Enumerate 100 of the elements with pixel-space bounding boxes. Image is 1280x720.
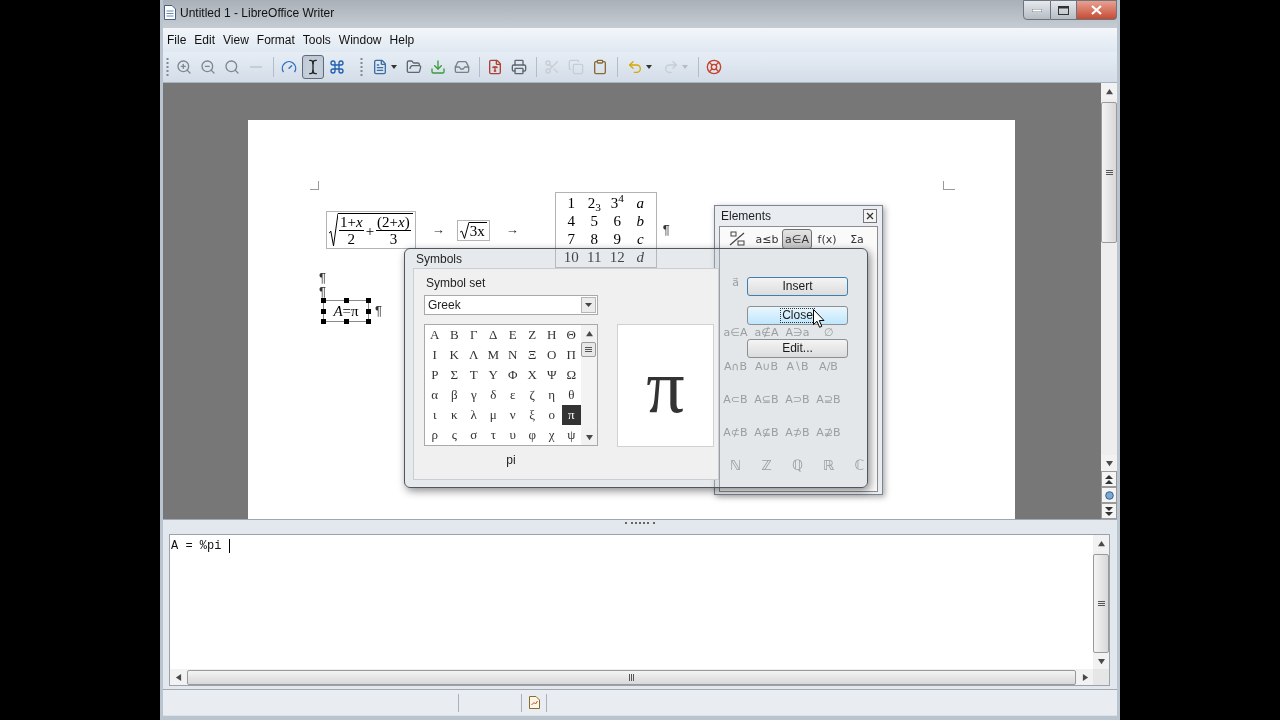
matrix-cell-text: 12 — [608, 248, 626, 266]
menu-item[interactable]: Format — [252, 33, 299, 47]
formula-editor[interactable]: A = %pi — [169, 534, 1110, 686]
resize-handle-icon[interactable] — [344, 319, 349, 324]
symbol-cell[interactable]: Ρ — [425, 365, 445, 385]
symbol-cell[interactable]: ι — [425, 405, 445, 425]
symbol-cell[interactable]: ζ — [522, 385, 542, 405]
menu-item[interactable]: Help — [385, 33, 419, 47]
symbol-set-dropdown[interactable]: Greek — [424, 295, 598, 315]
category-tab[interactable]: f(x) — [812, 229, 842, 249]
symbol-cell[interactable]: Φ — [503, 365, 523, 385]
close-button[interactable] — [863, 209, 877, 223]
resize-handle-icon[interactable] — [321, 298, 326, 303]
symbol-cell[interactable]: Π — [561, 345, 581, 365]
symbol-cell[interactable]: τ — [483, 425, 503, 445]
vertical-scrollbar[interactable] — [1093, 535, 1109, 669]
symbol-cell[interactable]: ψ — [561, 425, 581, 445]
symbol-cell[interactable]: Α — [425, 325, 445, 345]
symbol-cell[interactable]: α — [425, 385, 445, 405]
symbol-cell[interactable]: Σ — [444, 365, 464, 385]
toolbar-grip-icon[interactable] — [166, 57, 169, 77]
symbol-cell[interactable]: Θ — [561, 325, 581, 345]
scrollbar-thumb[interactable] — [1101, 102, 1117, 243]
symbol-cell[interactable]: ν — [503, 405, 523, 425]
symbol-cell[interactable]: κ — [444, 405, 464, 425]
symbol-cell[interactable]: Υ — [483, 365, 503, 385]
menu-item[interactable]: Tools — [298, 33, 335, 47]
symbol-cell[interactable]: β — [444, 385, 464, 405]
symbol-cell[interactable]: θ — [561, 385, 581, 405]
previous-page-button[interactable] — [1101, 471, 1117, 487]
resize-handle-icon[interactable] — [344, 298, 349, 303]
matrix-cell-text: 10 — [562, 248, 580, 266]
triangle-down-icon — [1105, 459, 1113, 467]
grip-lines-icon — [585, 346, 592, 353]
vertical-scrollbar[interactable] — [581, 325, 597, 445]
symbol-cell[interactable]: Η — [542, 325, 562, 345]
symbol-cell[interactable]: λ — [464, 405, 484, 425]
matrix-cell-text: 9 — [612, 230, 622, 248]
formula-frame[interactable]: A=π — [323, 300, 369, 322]
symbol-cell[interactable]: Γ — [464, 325, 484, 345]
scroll-up-button[interactable] — [1101, 83, 1117, 99]
symbol-cell[interactable]: δ — [483, 385, 503, 405]
scrollbar-corner — [1093, 669, 1109, 685]
dialog-button[interactable]: Edit... — [747, 339, 848, 358]
symbol-cell[interactable]: η — [542, 385, 562, 405]
dialog-button[interactable]: Insert — [747, 277, 848, 296]
symbol-cell[interactable]: υ — [503, 425, 523, 445]
symbol-cell[interactable]: ο — [542, 405, 562, 425]
vertical-scrollbar[interactable] — [1101, 83, 1117, 519]
symbol-cell[interactable]: ς — [444, 425, 464, 445]
menu-item[interactable]: Window — [334, 33, 386, 47]
matrix-cell-text: c — [635, 230, 645, 248]
formula-object[interactable]: 1 2$_{3}$ 3$^{4}$ a 4 5 6 b 7 8 9 c 10 11 12 d — [554, 192, 657, 268]
category-tab[interactable]: a∈A — [782, 229, 812, 249]
symbol-cell[interactable]: Ε — [503, 325, 523, 345]
symbol-cell[interactable]: Χ — [522, 365, 542, 385]
symbol-cell[interactable]: Ι — [425, 345, 445, 365]
double-down-arrow-icon — [1105, 506, 1113, 516]
symbol-cell[interactable]: Ο — [542, 345, 562, 365]
symbol-cell[interactable]: φ — [522, 425, 542, 445]
symbol-cell[interactable]: ε — [503, 385, 523, 405]
navigation-button[interactable] — [1101, 487, 1117, 503]
next-page-button[interactable] — [1101, 503, 1117, 519]
symbol-cell[interactable]: Λ — [464, 345, 484, 365]
symbol-cell[interactable]: Ν — [503, 345, 523, 365]
minimize-button[interactable] — [1023, 0, 1051, 20]
corner-mark-icon — [943, 181, 955, 190]
menu-item[interactable]: Edit — [190, 33, 220, 47]
toolbar-grip-icon[interactable] — [360, 57, 363, 77]
paragraph-mark: ¶ — [319, 271, 326, 285]
symbol-cell[interactable]: σ — [464, 425, 484, 445]
symbol-cell[interactable]: ρ — [425, 425, 445, 445]
symbol-cell[interactable]: Ζ — [522, 325, 542, 345]
symbol-cell[interactable]: Ξ — [522, 345, 542, 365]
symbol-cell[interactable]: γ — [464, 385, 484, 405]
symbol-cell[interactable]: Ψ — [542, 365, 562, 385]
symbol-cell[interactable]: Δ — [483, 325, 503, 345]
document-modified-icon[interactable] — [528, 696, 540, 709]
scroll-down-button[interactable] — [1101, 455, 1117, 471]
formula-object[interactable]: 1+x 2 + (2+x) 3 — [326, 211, 416, 249]
menu-item[interactable]: View — [219, 33, 253, 47]
dialog-button[interactable]: Close — [747, 306, 848, 325]
resize-handle-icon[interactable] — [366, 298, 371, 303]
symbol-cell[interactable]: Μ — [483, 345, 503, 365]
caret-icon — [390, 65, 397, 69]
symbol-cell[interactable]: Κ — [444, 345, 464, 365]
scrollbar-thumb[interactable] — [1093, 554, 1109, 653]
symbol-cell[interactable]: χ — [542, 425, 562, 445]
menu-item[interactable]: File — [163, 33, 191, 47]
symbol-cell[interactable]: μ — [483, 405, 503, 425]
category-tab[interactable]: Σa — [842, 229, 872, 249]
symbol-cell[interactable]: π — [561, 405, 581, 425]
formula-object[interactable]: 3x — [456, 219, 490, 241]
maximize-button[interactable] — [1051, 0, 1077, 20]
scrollbar-thumb[interactable] — [581, 342, 596, 357]
symbol-cell[interactable]: Β — [444, 325, 464, 345]
category-tab[interactable]: a≤b — [752, 229, 782, 249]
symbol-cell[interactable]: ξ — [522, 405, 542, 425]
symbol-cell[interactable]: Τ — [464, 365, 484, 385]
symbol-cell[interactable]: Ω — [561, 365, 581, 385]
